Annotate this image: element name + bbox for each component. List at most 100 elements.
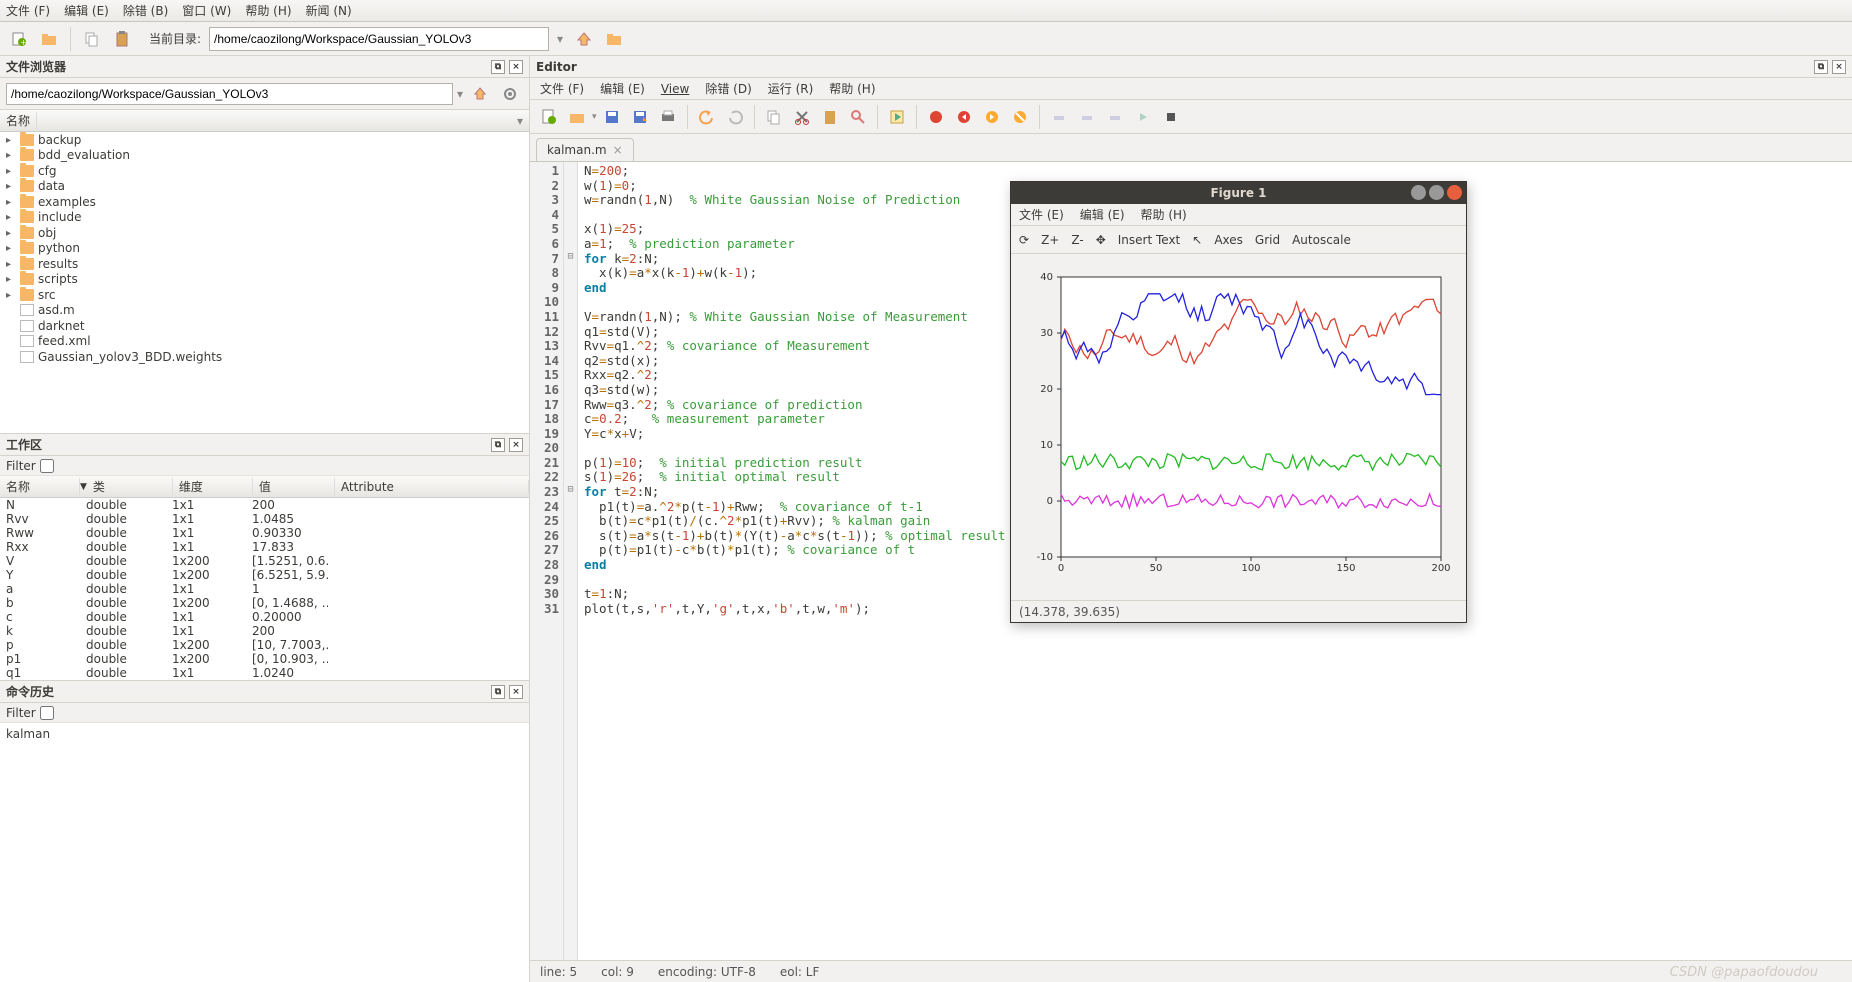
tree-item[interactable]: darknet [0,318,529,334]
debug-stepin-icon[interactable] [1074,104,1100,130]
figure-maximize-icon[interactable] [1429,185,1444,200]
tree-item[interactable]: ▸obj [0,225,529,241]
menu-help[interactable]: 帮助 (H) [245,2,291,19]
workspace-row[interactable]: Rxxdouble1x117.833 [0,540,529,554]
tree-item[interactable]: Gaussian_yolov3_BDD.weights [0,349,529,365]
figure-rotate-icon[interactable]: ⟳ [1019,233,1029,247]
workspace-table-body[interactable]: Ndouble1x1200Rvvdouble1x11.0485Rwwdouble… [0,498,529,680]
editor-menu-file[interactable]: 文件 (F) [540,80,584,97]
debug-continue-icon[interactable] [1130,104,1156,130]
editor-cut-icon[interactable] [789,104,815,130]
history-close-icon[interactable]: × [509,685,523,699]
history-filter-checkbox[interactable] [40,706,54,720]
figure-autoscale[interactable]: Autoscale [1292,233,1351,247]
editor-print-icon[interactable] [655,104,681,130]
tree-item[interactable]: asd.m [0,303,529,319]
workspace-row[interactable]: kdouble1x1200 [0,624,529,638]
menu-file[interactable]: 文件 (F) [6,2,50,19]
figure-insert-text[interactable]: Insert Text [1118,233,1181,247]
editor-close-icon[interactable]: × [1832,60,1846,74]
figure-close-icon[interactable] [1447,185,1462,200]
editor-menu-help[interactable]: 帮助 (H) [829,80,875,97]
editor-new-icon[interactable] [536,104,562,130]
editor-copy-icon[interactable] [761,104,787,130]
figure-titlebar[interactable]: Figure 1 [1011,182,1466,204]
menu-debug[interactable]: 除错 (B) [123,2,168,19]
menu-edit[interactable]: 编辑 (E) [64,2,109,19]
figure-plot-area[interactable]: -10010203040050100150200 [1011,254,1466,600]
editor-find-icon[interactable] [845,104,871,130]
editor-tab-kalman[interactable]: kalman.m× [536,138,634,161]
paste-icon[interactable] [109,26,135,52]
tree-item[interactable]: ▸backup [0,132,529,148]
workspace-row[interactable]: Rwwdouble1x10.90330 [0,526,529,540]
editor-menu-view[interactable]: View [661,82,689,96]
tree-item[interactable]: ▸cfg [0,163,529,179]
editor-menu-run[interactable]: 运行 (R) [768,80,814,97]
browse-folder-icon[interactable] [601,26,627,52]
figure-zoomin[interactable]: Z+ [1041,233,1059,247]
editor-save-icon[interactable] [599,104,625,130]
debug-step-icon[interactable] [1046,104,1072,130]
filebrowser-gear-icon[interactable] [497,81,523,107]
editor-menu-edit[interactable]: 编辑 (E) [600,80,645,97]
open-folder-icon[interactable] [36,26,62,52]
figure-menu-edit[interactable]: 编辑 (E) [1080,206,1125,223]
workspace-close-icon[interactable]: × [509,438,523,452]
currentdir-combo[interactable] [209,27,549,51]
tab-close-icon[interactable]: × [613,143,623,157]
editor-undock-icon[interactable]: ⧉ [1814,60,1828,74]
editor-redo-icon[interactable] [722,104,748,130]
workspace-row[interactable]: adouble1x11 [0,582,529,596]
editor-menu-debug[interactable]: 除错 (D) [705,80,751,97]
filebrowser-up-icon[interactable] [467,81,493,107]
tree-item[interactable]: ▸results [0,256,529,272]
workspace-row[interactable]: Ndouble1x1200 [0,498,529,512]
workspace-table-header[interactable]: 名称▼ 类 维度 值 Attribute [0,476,529,498]
workspace-row[interactable]: Vdouble1x200[1.5251, 0.6… [0,554,529,568]
breakpoint-prev-icon[interactable] [951,104,977,130]
workspace-row[interactable]: pdouble1x200[10, 7.7003,… [0,638,529,652]
tree-item[interactable]: ▸data [0,179,529,195]
workspace-row[interactable]: Rvvdouble1x11.0485 [0,512,529,526]
filebrowser-name-column[interactable]: 名称 [6,112,37,129]
tree-item[interactable]: ▸scripts [0,272,529,288]
tree-item[interactable]: ▸include [0,210,529,226]
workspace-row[interactable]: Ydouble1x200[6.5251, 5.9… [0,568,529,582]
figure-menu-file[interactable]: 文件 (E) [1019,206,1064,223]
tree-item[interactable]: ▸examples [0,194,529,210]
workspace-row[interactable]: p1double1x200[0, 10.903, … [0,652,529,666]
editor-saveas-icon[interactable] [627,104,653,130]
filebrowser-path-input[interactable] [6,83,453,105]
editor-run-icon[interactable] [884,104,910,130]
tree-item[interactable]: ▸python [0,241,529,257]
workspace-row[interactable]: cdouble1x10.20000 [0,610,529,624]
tree-item[interactable]: ▸bdd_evaluation [0,148,529,164]
figure-zoomout[interactable]: Z- [1071,233,1083,247]
menu-window[interactable]: 窗口 (W) [182,2,231,19]
filebrowser-tree[interactable]: ▸backup▸bdd_evaluation▸cfg▸data▸examples… [0,132,529,433]
editor-undo-icon[interactable] [694,104,720,130]
history-body[interactable]: kalman [0,723,529,982]
tree-item[interactable]: ▸src [0,287,529,303]
debug-stepout-icon[interactable] [1102,104,1128,130]
editor-paste-icon[interactable] [817,104,843,130]
breakpoint-next-icon[interactable] [979,104,1005,130]
tree-item[interactable]: feed.xml [0,334,529,350]
workspace-row[interactable]: bdouble1x200[0, 1.4688, … [0,596,529,610]
figure-menu-help[interactable]: 帮助 (H) [1141,206,1187,223]
new-script-icon[interactable]: + [6,26,32,52]
workspace-filter-checkbox[interactable] [40,459,54,473]
workspace-undock-icon[interactable]: ⧉ [491,438,505,452]
figure-window[interactable]: Figure 1 文件 (E) 编辑 (E) 帮助 (H) ⟳ Z+ Z- ✥ … [1010,181,1467,623]
menu-news[interactable]: 新闻 (N) [306,2,352,19]
debug-stop-icon[interactable] [1158,104,1184,130]
figure-grid[interactable]: Grid [1255,233,1280,247]
filebrowser-undock-icon[interactable]: ⧉ [491,60,505,74]
figure-minimize-icon[interactable] [1411,185,1426,200]
figure-axes[interactable]: Axes [1214,233,1243,247]
editor-open-icon[interactable] [564,104,590,130]
history-undock-icon[interactable]: ⧉ [491,685,505,699]
figure-pan-icon[interactable]: ✥ [1096,233,1106,247]
up-dir-icon[interactable] [571,26,597,52]
